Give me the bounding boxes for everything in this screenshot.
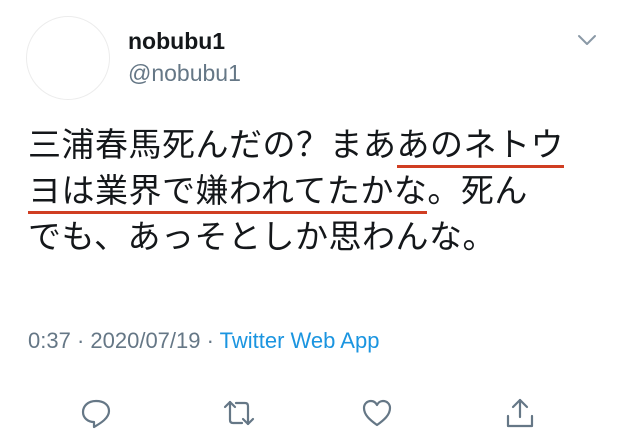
- underlined-segment: あのネトウ: [396, 125, 564, 168]
- meta-separator: ·: [70, 328, 91, 353]
- retweet-icon: [223, 400, 255, 426]
- tweet-line-1: 三浦春馬死んだの？まああのネトウ: [28, 122, 608, 168]
- tweet-line-2: ヨは業界で嫌われてたかな。死ん: [28, 168, 608, 214]
- reply-icon: [81, 399, 111, 429]
- chevron-down-icon[interactable]: [576, 32, 598, 48]
- share-icon: [506, 398, 534, 428]
- like-button[interactable]: [360, 396, 394, 430]
- tweet-actions: [0, 392, 620, 432]
- tweet-time[interactable]: 0:37: [28, 328, 71, 353]
- display-name[interactable]: nobubu1: [128, 28, 225, 55]
- tweet-meta: 0:37 · 2020/07/19 · Twitter Web App: [28, 328, 379, 354]
- tweet-text: 三浦春馬死んだの？まああのネトウ ヨは業界で嫌われてたかな。死ん でも、あっそと…: [28, 122, 608, 260]
- underlined-segment: ヨは業界で嫌われてたかな: [28, 171, 428, 214]
- reply-button[interactable]: [79, 396, 113, 430]
- retweet-button[interactable]: [222, 396, 256, 430]
- user-handle[interactable]: @nobubu1: [128, 60, 241, 87]
- meta-separator: ·: [200, 328, 220, 353]
- tweet-line-3: でも、あっそとしか思わんな。: [28, 217, 497, 256]
- avatar[interactable]: [26, 16, 110, 100]
- share-button[interactable]: [503, 396, 537, 430]
- heart-icon: [362, 399, 392, 427]
- tweet-text-segment: 。死ん: [427, 171, 528, 210]
- tweet-date[interactable]: 2020/07/19: [90, 328, 200, 353]
- tweet-text-segment: 三浦春馬死んだの？まあ: [28, 125, 397, 164]
- tweet-source-link[interactable]: Twitter Web App: [220, 328, 380, 353]
